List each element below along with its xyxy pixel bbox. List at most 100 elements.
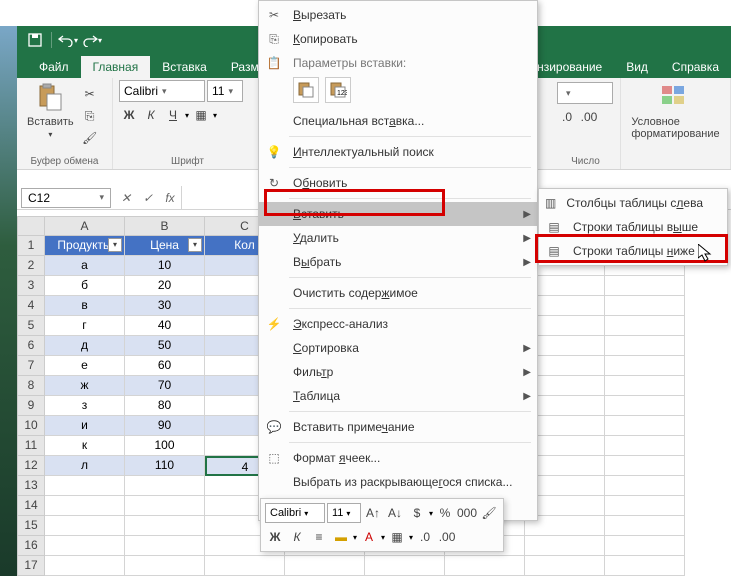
table-cell[interactable]: 70 — [125, 376, 205, 396]
table-cell[interactable]: а — [45, 256, 125, 276]
ctx-insert[interactable]: Вставить▶ — [259, 202, 537, 226]
submenu-rows-above[interactable]: ▤Строки таблицы выше — [539, 215, 727, 239]
comma-style-icon[interactable]: 000 — [457, 503, 477, 523]
ctx-refresh[interactable]: ↻Обновить — [259, 171, 537, 195]
filter-icon[interactable]: ▾ — [108, 238, 122, 252]
ctx-table[interactable]: Таблица▶ — [259, 384, 537, 408]
mini-bold[interactable]: Ж — [265, 527, 285, 547]
bold-button[interactable]: Ж — [119, 105, 139, 125]
row-header[interactable]: 15 — [17, 516, 45, 536]
mini-inc-decimal[interactable]: .00 — [437, 527, 457, 547]
enter-icon[interactable]: ✓ — [137, 191, 159, 205]
table-cell[interactable]: ж — [45, 376, 125, 396]
table-cell[interactable]: 60 — [125, 356, 205, 376]
paste-button[interactable]: Вставить ▾ — [23, 80, 78, 141]
paste-option-1[interactable] — [293, 77, 319, 103]
redo-icon[interactable]: ▾ — [82, 30, 102, 50]
decrease-decimal-icon[interactable]: .0 — [557, 107, 577, 127]
ctx-cut[interactable]: ✂ВВырезатьырезать — [259, 3, 537, 27]
ctx-quick-analysis[interactable]: ⚡Экспресс-анализ — [259, 312, 537, 336]
increase-decimal-icon[interactable]: .00 — [579, 107, 599, 127]
ctx-copy[interactable]: ⎘Копировать — [259, 27, 537, 51]
row-header[interactable]: 1 — [17, 236, 45, 256]
row-header[interactable]: 16 — [17, 536, 45, 556]
copy-icon[interactable]: ⎘ — [80, 106, 100, 126]
filter-icon[interactable]: ▾ — [188, 238, 202, 252]
paste-option-2[interactable]: 123 — [325, 77, 351, 103]
border-button[interactable]: ▦ — [191, 105, 211, 125]
ctx-smart-lookup[interactable]: 💡Интеллектуальный поиск — [259, 140, 537, 164]
table-cell[interactable]: 10 — [125, 256, 205, 276]
row-header[interactable]: 5 — [17, 316, 45, 336]
mini-italic[interactable]: К — [287, 527, 307, 547]
table-cell[interactable]: 100 — [125, 436, 205, 456]
col-header[interactable]: A — [45, 216, 125, 236]
ctx-insert-comment[interactable]: 💬Вставить примечание — [259, 415, 537, 439]
name-box[interactable]: C12▾ — [21, 188, 111, 208]
ctx-format-cells[interactable]: ⬚Формат ячеек... — [259, 446, 537, 470]
table-cell[interactable]: 90 — [125, 416, 205, 436]
decrease-font-icon[interactable]: A↓ — [385, 503, 405, 523]
row-header[interactable]: 10 — [17, 416, 45, 436]
table-header[interactable]: Цена▾ — [125, 236, 205, 256]
table-cell[interactable]: е — [45, 356, 125, 376]
ctx-sort[interactable]: Сортировка▶ — [259, 336, 537, 360]
cancel-icon[interactable]: ✕ — [115, 191, 137, 205]
ctx-clear[interactable]: Очистить содержимое — [259, 281, 537, 305]
increase-font-icon[interactable]: A↑ — [363, 503, 383, 523]
table-header[interactable]: Продукты▾ — [45, 236, 125, 256]
row-header[interactable]: 14 — [17, 496, 45, 516]
format-painter-icon[interactable]: 🖌 — [80, 128, 100, 148]
table-cell[interactable]: 80 — [125, 396, 205, 416]
conditional-formatting-button[interactable]: Условное форматирование — [627, 80, 724, 142]
mini-border[interactable]: ▦ — [387, 527, 407, 547]
table-cell[interactable]: б — [45, 276, 125, 296]
mini-dec-decimal[interactable]: .0 — [415, 527, 435, 547]
table-cell[interactable]: з — [45, 396, 125, 416]
italic-button[interactable]: К — [141, 105, 161, 125]
font-name-select[interactable]: Calibri▾ — [119, 80, 205, 102]
table-cell[interactable]: 20 — [125, 276, 205, 296]
ctx-select[interactable]: Выбрать▶ — [259, 250, 537, 274]
mini-size-select[interactable]: 11▾ — [327, 503, 361, 523]
fx-icon[interactable]: fx — [159, 191, 181, 205]
mini-font-select[interactable]: Calibri▾ — [265, 503, 325, 523]
table-cell[interactable]: 110 — [125, 456, 205, 476]
ctx-filter[interactable]: Фильтр▶ — [259, 360, 537, 384]
tab-view[interactable]: Вид — [614, 56, 660, 78]
undo-icon[interactable]: ▾ — [58, 30, 78, 50]
table-cell[interactable]: и — [45, 416, 125, 436]
ctx-pick-from-list[interactable]: Выбрать из раскрывающегося списка... — [259, 470, 537, 494]
table-cell[interactable]: г — [45, 316, 125, 336]
percent-icon[interactable]: % — [435, 503, 455, 523]
number-format-select[interactable]: ▾ — [557, 82, 613, 104]
table-cell[interactable]: 30 — [125, 296, 205, 316]
table-cell[interactable]: л — [45, 456, 125, 476]
select-all-corner[interactable] — [17, 216, 45, 236]
cut-icon[interactable]: ✂ — [80, 84, 100, 104]
row-header[interactable]: 4 — [17, 296, 45, 316]
tab-file[interactable]: Файл — [27, 56, 81, 78]
tab-help[interactable]: Справка — [660, 56, 731, 78]
row-header[interactable]: 3 — [17, 276, 45, 296]
table-cell[interactable]: в — [45, 296, 125, 316]
row-header[interactable]: 7 — [17, 356, 45, 376]
row-header[interactable]: 11 — [17, 436, 45, 456]
submenu-cols-left[interactable]: ▥Столбцы таблицы слева — [539, 191, 727, 215]
font-size-select[interactable]: 11▾ — [207, 80, 243, 102]
table-cell[interactable]: 40 — [125, 316, 205, 336]
table-cell[interactable]: д — [45, 336, 125, 356]
tab-home[interactable]: Главная — [81, 56, 151, 78]
table-cell[interactable]: 50 — [125, 336, 205, 356]
format-painter-icon[interactable]: 🖌 — [479, 503, 499, 523]
row-header[interactable]: 6 — [17, 336, 45, 356]
table-cell[interactable]: к — [45, 436, 125, 456]
tab-insert[interactable]: Вставка — [150, 56, 219, 78]
underline-button[interactable]: Ч — [163, 105, 183, 125]
mini-align[interactable]: ≡ — [309, 527, 329, 547]
row-header[interactable]: 8 — [17, 376, 45, 396]
submenu-rows-below[interactable]: ▤Строки таблицы ниже — [539, 239, 727, 263]
save-icon[interactable] — [25, 30, 45, 50]
row-header[interactable]: 2 — [17, 256, 45, 276]
row-header[interactable]: 13 — [17, 476, 45, 496]
